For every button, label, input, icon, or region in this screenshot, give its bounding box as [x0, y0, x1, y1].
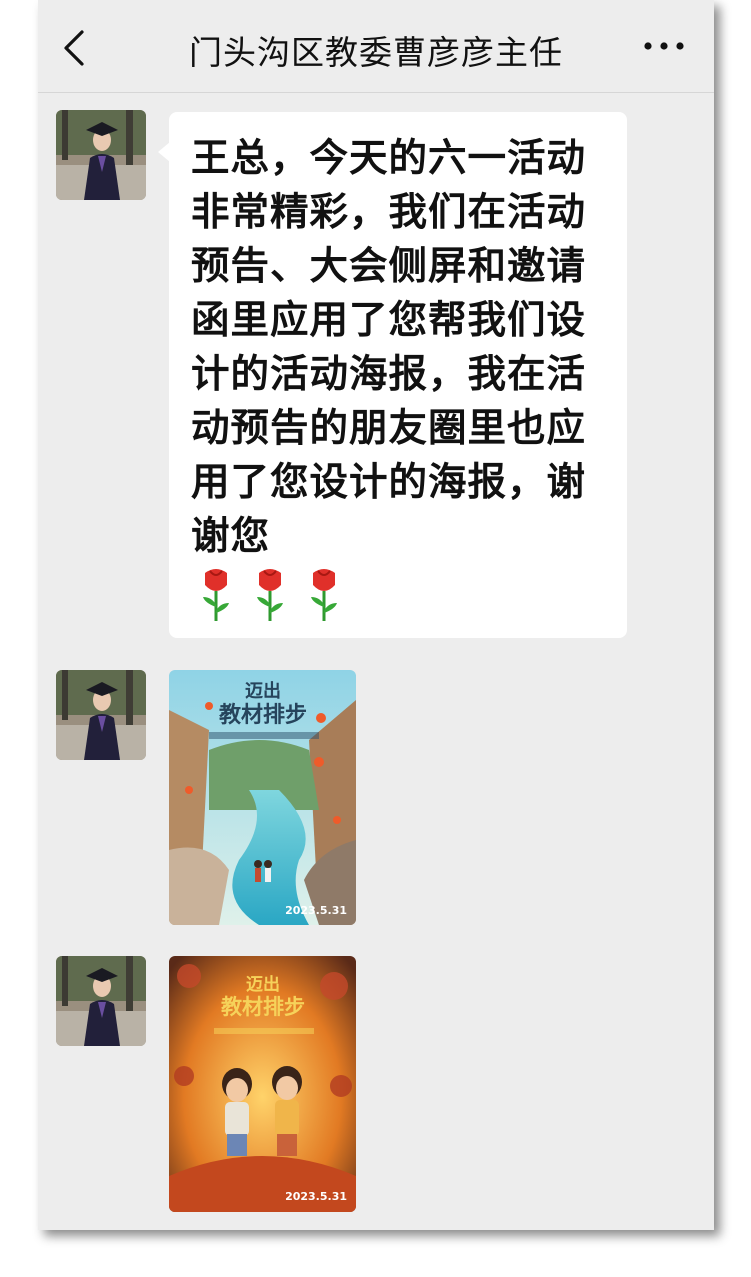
- avatar-photo: [56, 956, 146, 1046]
- poster-title-line2: 教材排步: [219, 702, 307, 728]
- avatar[interactable]: [56, 110, 146, 200]
- emoji-row: [199, 567, 341, 623]
- rose-emoji: [203, 569, 229, 621]
- poster-date: 2023.5.31: [285, 1190, 347, 1203]
- nav-bar: 门头沟区教委曹彦彦主任: [38, 0, 714, 93]
- avatar[interactable]: [56, 956, 146, 1046]
- message-text: 王总，今天的六一活动非常精彩，我们在活动预告、大会侧屏和邀请函里应用了您帮我们设…: [191, 136, 587, 559]
- rose-emoji: [311, 569, 337, 621]
- back-button[interactable]: [58, 28, 94, 68]
- poster-image[interactable]: 迈出 教材排步 2023.5.31: [169, 670, 356, 925]
- poster-title-line1: 迈出: [246, 974, 280, 995]
- more-dots-icon: [644, 42, 684, 50]
- avatar[interactable]: [56, 670, 146, 760]
- rose-emoji: [257, 569, 283, 621]
- avatar-photo: [56, 110, 146, 200]
- poster-date: 2023.5.31: [285, 904, 347, 917]
- poster-title-line2: 教材排步: [221, 995, 305, 1019]
- message-bubble[interactable]: 王总，今天的六一活动非常精彩，我们在活动预告、大会侧屏和邀请函里应用了您帮我们设…: [158, 112, 627, 638]
- more-button[interactable]: [642, 36, 686, 56]
- poster-image[interactable]: 迈出 教材排步 2023.5.31: [169, 956, 356, 1212]
- avatar-photo: [56, 670, 146, 760]
- chat-title: 门头沟区教委曹彦彦主任: [189, 33, 563, 72]
- chevron-left-icon: [64, 30, 84, 66]
- poster-title-line1: 迈出: [245, 680, 281, 702]
- chat-window: 门头沟区教委曹彦彦主任 王总，今天的六一活动非常精彩，我们在活动预告、大会侧屏和…: [38, 0, 714, 1230]
